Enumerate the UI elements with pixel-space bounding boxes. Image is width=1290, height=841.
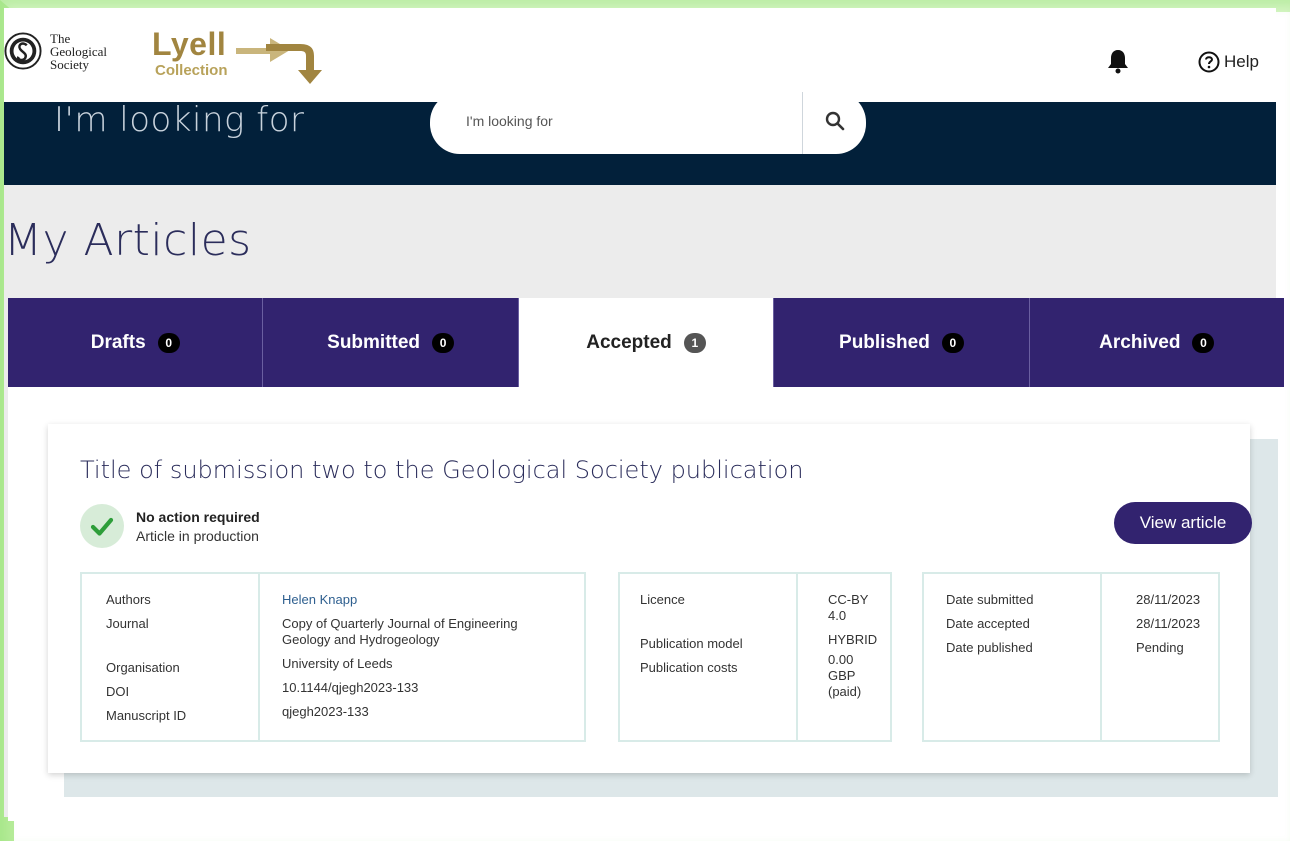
search-divider	[802, 92, 803, 154]
column-divider	[258, 574, 260, 740]
search-icon[interactable]	[824, 110, 846, 132]
doi-label: DOI	[106, 684, 130, 699]
help-label: Help	[1224, 52, 1259, 71]
main-content: My Articles Drafts 0 Submitted 0 Accepte…	[4, 185, 1285, 821]
date-submitted-label: Date submitted	[946, 592, 1034, 607]
page-title: My Articles	[4, 215, 252, 266]
journal-value: Copy of Quarterly Journal of Engineering…	[282, 616, 518, 647]
licence-values: CC-BY 4.0 HYBRID 0.00 GBP (paid)	[828, 592, 877, 708]
tab-label: Archived	[1099, 331, 1181, 353]
tab-label: Accepted	[586, 331, 672, 353]
model-label: Publication model	[640, 636, 743, 651]
date-accepted-value: 28/11/2023	[1136, 616, 1201, 631]
date-published-label: Date published	[946, 640, 1033, 655]
date-accepted-label: Date accepted	[946, 616, 1030, 631]
licence-box: Licence Publication model Publication co…	[618, 572, 892, 742]
lyell-collection-logo[interactable]: Lyell Collection	[152, 18, 332, 88]
search-band: I'm looking for	[4, 92, 1276, 185]
lyell-arrow-icon	[236, 38, 322, 84]
tab-count-badge: 0	[432, 332, 455, 353]
organisation-label: Organisation	[106, 660, 180, 675]
search-box	[430, 92, 866, 154]
tab-label: Drafts	[90, 331, 146, 353]
details-labels: Authors Journal Organisation DOI Manuscr…	[106, 592, 186, 732]
article-details-box: Authors Journal Organisation DOI Manuscr…	[80, 572, 586, 742]
licence-labels: Licence Publication model Publication co…	[640, 592, 743, 684]
tab-panel: Title of submission two to the Geologica…	[8, 387, 1280, 821]
status-check-icon	[80, 504, 124, 548]
help-circle-icon	[1198, 51, 1220, 73]
column-divider	[1100, 574, 1102, 740]
society-wordmark: The Geological Society	[50, 31, 108, 72]
dates-labels: Date submitted Date accepted Date publis…	[946, 592, 1033, 664]
dates-values: 28/11/2023 28/11/2023 Pending	[1136, 592, 1200, 664]
tab-count-badge: 0	[1192, 332, 1215, 353]
author-link[interactable]: Helen Knapp	[282, 592, 518, 608]
dates-box: Date submitted Date accepted Date publis…	[922, 572, 1220, 742]
search-input[interactable]	[464, 108, 808, 134]
view-article-button[interactable]: View article	[1114, 502, 1252, 544]
date-published-value: Pending	[1136, 640, 1184, 655]
lyell-wordmark: Lyell	[152, 26, 227, 62]
column-divider	[796, 574, 798, 740]
tab-drafts[interactable]: Drafts 0	[8, 298, 264, 387]
tab-label: Published	[839, 331, 930, 353]
licence-label: Licence	[640, 592, 685, 607]
tab-published[interactable]: Published 0	[774, 298, 1030, 387]
journal-label: Journal	[106, 616, 149, 631]
tab-accepted[interactable]: Accepted 1	[518, 298, 775, 387]
doi-value: 10.1144/qjegh2023-133	[282, 680, 419, 695]
society-seal-icon	[4, 32, 42, 70]
details-values: Helen Knapp Copy of Quarterly Journal of…	[282, 592, 518, 728]
manuscript-value: qjegh2023-133	[282, 704, 369, 719]
site-header: The Geological Society Lyell Collection …	[4, 8, 1276, 102]
manuscript-label: Manuscript ID	[106, 708, 187, 723]
licence-value: CC-BY 4.0	[828, 592, 869, 623]
bell-icon[interactable]	[1106, 48, 1130, 74]
authors-label: Authors	[106, 592, 151, 607]
model-value: HYBRID	[828, 632, 878, 647]
lyell-subtitle: Collection	[155, 62, 228, 79]
help-link[interactable]: Help	[1198, 50, 1259, 74]
tab-count-badge: 1	[683, 332, 706, 353]
article-tabs: Drafts 0 Submitted 0 Accepted 1 Publishe…	[8, 298, 1285, 387]
tab-label: Submitted	[327, 331, 421, 353]
article-card: Title of submission two to the Geologica…	[48, 424, 1252, 773]
geological-society-logo[interactable]: The Geological Society	[4, 30, 124, 78]
status-subtitle: Article in production	[136, 528, 259, 544]
search-heading: I'm looking for	[54, 100, 305, 140]
tab-submitted[interactable]: Submitted 0	[263, 298, 519, 387]
costs-value: 0.00 GBP (paid)	[828, 652, 862, 699]
costs-label: Publication costs	[640, 660, 738, 675]
organisation-value: University of Leeds	[282, 656, 393, 671]
tab-count-badge: 0	[157, 332, 180, 353]
status-title: No action required	[136, 509, 260, 525]
date-submitted-value: 28/11/2023	[1136, 592, 1201, 607]
article-title: Title of submission two to the Geologica…	[80, 456, 804, 484]
tab-count-badge: 0	[941, 332, 964, 353]
tab-archived[interactable]: Archived 0	[1029, 298, 1285, 387]
